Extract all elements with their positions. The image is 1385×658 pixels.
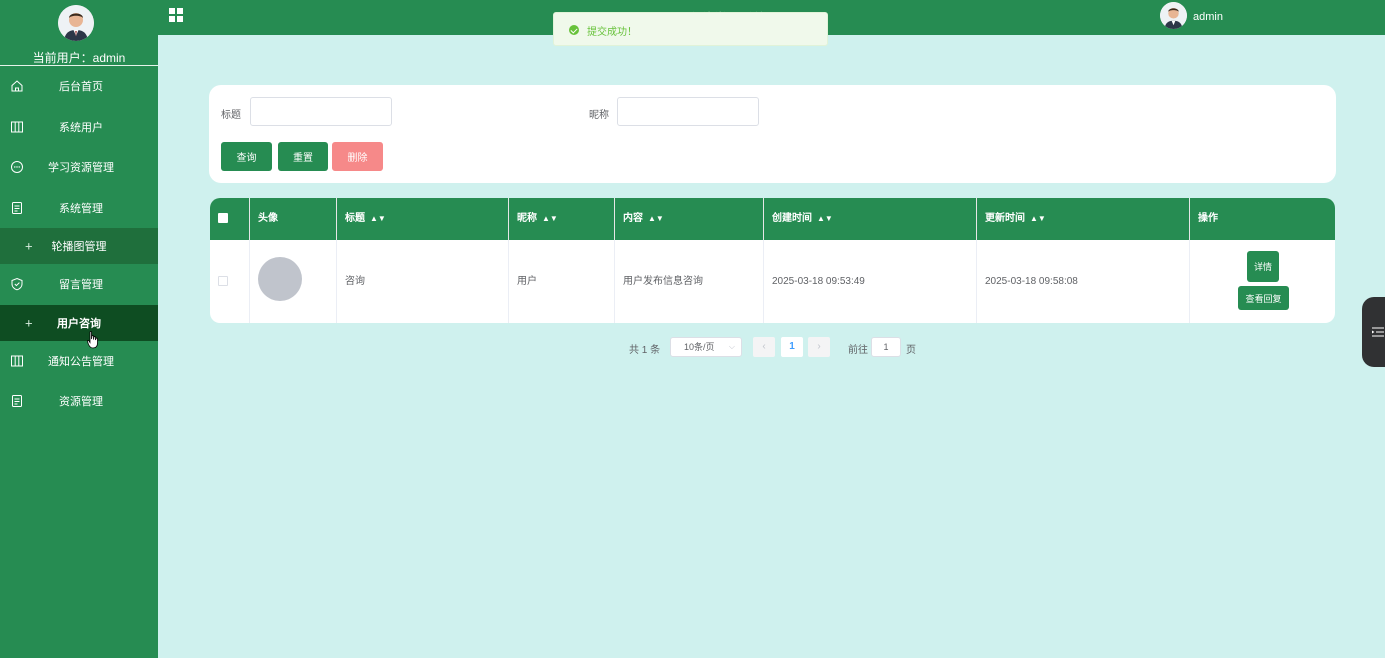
data-table: 头像 标题 ▲▼ 昵称 ▲▼ 内容 ▲▼ 创建时间 ▲▼ 更新时间 ▲▼ 操作 咨询 用户… xyxy=(210,198,1335,323)
column-header-nickname[interactable]: 昵称 ▲▼ xyxy=(509,198,615,240)
chevron-left-icon: ‹ xyxy=(762,341,766,352)
hand-cursor-icon xyxy=(87,331,98,349)
sidebar-item-label: 用户咨询 xyxy=(57,317,101,330)
success-toast: 提交成功！ xyxy=(553,12,828,46)
sidebar-item-label: 留言管理 xyxy=(59,279,103,292)
column-header-updated[interactable]: 更新时间 ▲▼ xyxy=(977,198,1190,240)
sort-icon[interactable]: ▲▼ xyxy=(370,214,386,223)
header-avatar[interactable] xyxy=(1160,2,1187,29)
sort-icon[interactable]: ▲▼ xyxy=(648,214,664,223)
row-avatar xyxy=(258,257,302,301)
sidebar: 当前用户：admin 后台首页 系统用户 学习资源管理 系统管理 + 轮播图管理… xyxy=(0,0,158,658)
sidebar-item-label: 系统管理 xyxy=(59,202,103,215)
current-user-name: admin xyxy=(92,51,126,65)
search-panel: 标题 昵称 查询 重置 删除 xyxy=(209,85,1336,183)
column-header-content[interactable]: 内容 ▲▼ xyxy=(615,198,764,240)
column-header-title[interactable]: 标题 ▲▼ xyxy=(337,198,509,240)
sidebar-user-panel: 当前用户：admin xyxy=(0,0,158,66)
column-header-label: 内容 xyxy=(623,213,643,224)
page-suffix: 页 xyxy=(906,345,916,356)
detail-button[interactable]: 详情 xyxy=(1247,251,1279,282)
sidebar-item-dashboard[interactable]: 后台首页 xyxy=(0,66,158,107)
settings-float-tab[interactable] xyxy=(1362,297,1385,367)
table-row: 咨询 用户 用户发布信息咨询 2025-03-18 09:53:49 2025-… xyxy=(210,240,1335,323)
title-cell: 咨询 xyxy=(337,240,509,323)
nickname-cell: 用户 xyxy=(509,240,615,323)
row-checkbox[interactable] xyxy=(218,276,228,286)
sidebar-item-label: 轮播图管理 xyxy=(51,241,107,253)
row-select-cell xyxy=(210,240,250,323)
reset-button[interactable]: 重置 xyxy=(278,142,328,171)
prev-page-button[interactable]: ‹ xyxy=(753,337,775,357)
toast-message: 提交成功！ xyxy=(587,27,637,38)
goto-label: 前往 xyxy=(848,345,868,356)
current-user-text: 当前用户：admin xyxy=(0,49,158,66)
sidebar-item-system-users[interactable]: 系统用户 xyxy=(0,107,158,148)
sidebar-item-label: 资源管理 xyxy=(59,396,103,409)
view-reply-button[interactable]: 查看回复 xyxy=(1238,286,1289,310)
menu-lines-icon xyxy=(1372,327,1384,337)
page-size-select[interactable]: 10条/页 ⌵ xyxy=(670,337,742,357)
sidebar-item-label: 系统用户 xyxy=(59,121,103,134)
sidebar-item-carousel[interactable]: + 轮播图管理 xyxy=(0,228,158,264)
sidebar-item-messages[interactable]: 留言管理 xyxy=(0,264,158,305)
column-header-label: 创建时间 xyxy=(772,213,812,224)
nickname-label: 昵称 xyxy=(589,110,609,121)
sidebar-item-label: 通知公告管理 xyxy=(48,355,114,368)
chevron-down-icon: ⌵ xyxy=(728,342,735,351)
sidebar-item-system-management[interactable]: 系统管理 xyxy=(0,188,158,229)
created-cell: 2025-03-18 09:53:49 xyxy=(764,240,977,323)
column-header-avatar: 头像 xyxy=(250,198,337,240)
table-header: 头像 标题 ▲▼ 昵称 ▲▼ 内容 ▲▼ 创建时间 ▲▼ 更新时间 ▲▼ 操作 xyxy=(210,198,1335,240)
select-all-checkbox[interactable] xyxy=(218,213,228,223)
chevron-right-icon: › xyxy=(817,341,821,352)
header-username[interactable]: admin xyxy=(1193,11,1223,23)
delete-button[interactable]: 删除 xyxy=(332,142,383,171)
column-header-created[interactable]: 创建时间 ▲▼ xyxy=(764,198,977,240)
next-page-button[interactable]: › xyxy=(808,337,830,357)
avatar-cell xyxy=(250,240,337,323)
sidebar-item-notices[interactable]: 通知公告管理 xyxy=(0,341,158,382)
title-label: 标题 xyxy=(221,110,241,121)
sort-icon[interactable]: ▲▼ xyxy=(817,214,833,223)
success-check-icon xyxy=(569,25,579,35)
sidebar-item-learning-resources[interactable]: 学习资源管理 xyxy=(0,147,158,188)
sidebar-avatar xyxy=(58,5,94,41)
title-input[interactable] xyxy=(250,97,392,126)
sidebar-item-label: 后台首页 xyxy=(59,81,103,94)
sidebar-item-resources[interactable]: 资源管理 xyxy=(0,381,158,422)
select-all-cell xyxy=(210,198,250,240)
sort-icon[interactable]: ▲▼ xyxy=(1030,214,1046,223)
sort-icon[interactable]: ▲▼ xyxy=(542,214,558,223)
page-number-current[interactable]: 1 xyxy=(781,337,803,357)
page-size-value: 10条/页 xyxy=(684,342,715,352)
sidebar-item-user-consult[interactable]: + 用户咨询 xyxy=(0,304,158,341)
grid-menu-icon[interactable] xyxy=(168,7,184,23)
goto-page-input[interactable] xyxy=(871,337,901,357)
current-user-label: 当前用户： xyxy=(32,51,93,65)
actions-cell: 详情 查看回复 xyxy=(1190,240,1335,323)
sidebar-item-label: 学习资源管理 xyxy=(48,162,114,175)
nickname-input[interactable] xyxy=(617,97,759,126)
content-cell: 用户发布信息咨询 xyxy=(615,240,764,323)
query-button[interactable]: 查询 xyxy=(221,142,272,171)
column-header-actions: 操作 xyxy=(1198,213,1218,224)
pagination-total: 共 1 条 xyxy=(629,345,661,356)
column-header-label: 标题 xyxy=(345,213,365,224)
column-header-label: 更新时间 xyxy=(985,213,1025,224)
column-header-label: 昵称 xyxy=(517,213,537,224)
updated-cell: 2025-03-18 09:58:08 xyxy=(977,240,1190,323)
